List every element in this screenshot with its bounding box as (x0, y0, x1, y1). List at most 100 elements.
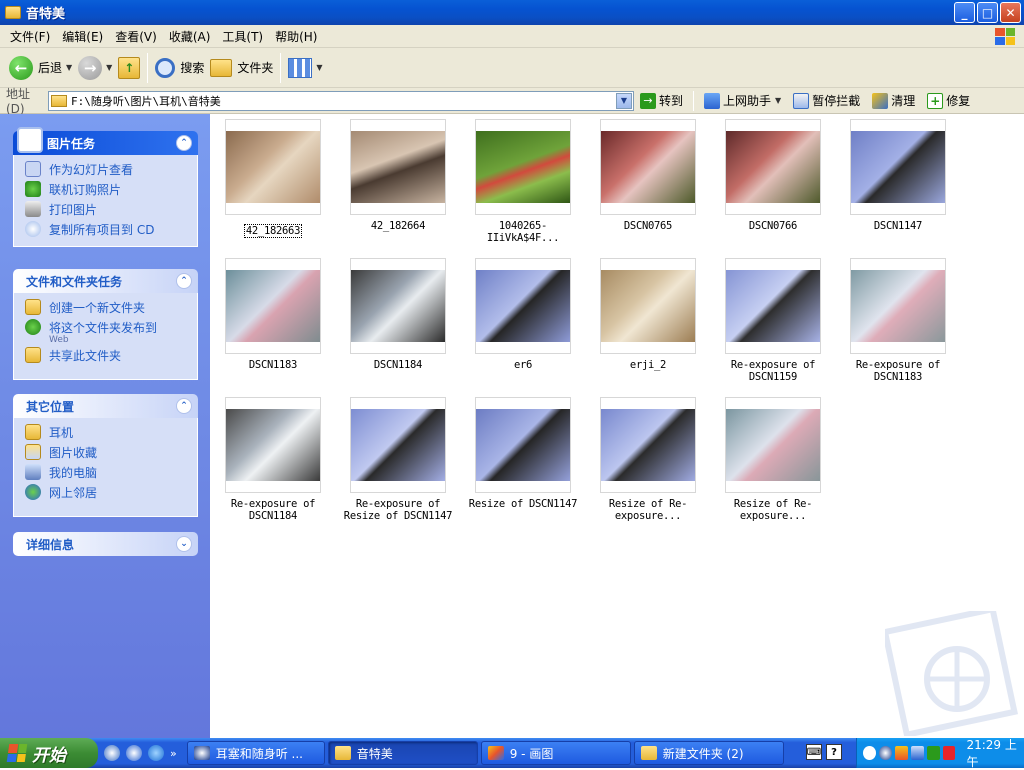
forward-dropdown-icon[interactable]: ▼ (106, 63, 112, 72)
ie-icon[interactable] (148, 745, 164, 761)
task-copy-to-cd[interactable]: 复制所有项目到 CD (25, 221, 197, 241)
tray-icon-security[interactable] (894, 746, 908, 760)
thumbnail-frame[interactable] (600, 258, 696, 354)
clean-button[interactable]: 清理 (866, 90, 921, 112)
help-icon[interactable]: ? (826, 744, 842, 760)
thumbnail-item[interactable]: DSCN0765 (588, 119, 708, 232)
thumbnail-frame[interactable] (600, 397, 696, 493)
views-button[interactable]: ▼ (285, 51, 325, 85)
place-network[interactable]: 网上邻居 (25, 484, 197, 504)
menu-file[interactable]: 文件(F) (4, 28, 56, 45)
helper-button[interactable]: 上网助手 ▼ (698, 90, 787, 112)
picture-tasks-header[interactable]: 图片任务 ⌃ (13, 127, 198, 155)
tray-collapse-icon[interactable] (863, 746, 876, 760)
minimize-button[interactable]: _ (954, 2, 975, 23)
views-dropdown-icon[interactable]: ▼ (316, 63, 322, 72)
thumbnail-item[interactable]: 1040265-IIiVkA$4F... (463, 119, 583, 244)
collapse-icon[interactable]: ⌃ (176, 135, 192, 151)
folders-button[interactable]: 文件夹 (207, 51, 276, 85)
thumbnail-item[interactable]: DSCN1184 (338, 258, 458, 371)
back-dropdown-icon[interactable]: ▼ (66, 63, 72, 72)
thumbnail-item[interactable]: 42_182663 (213, 119, 333, 238)
quick-launch-icon-1[interactable] (104, 745, 120, 761)
task-order-prints[interactable]: 联机订购照片 (25, 181, 197, 201)
menu-view[interactable]: 查看(V) (109, 28, 163, 45)
start-button[interactable]: 开始 (0, 738, 98, 768)
task-button-paint[interactable]: 9 - 画图 (480, 741, 631, 765)
task-new-folder[interactable]: 创建一个新文件夹 (25, 299, 197, 319)
collapse-icon[interactable]: ⌃ (176, 398, 192, 414)
thumbnail-item[interactable]: Resize of Re-exposure... (713, 397, 833, 522)
broom-icon (872, 92, 889, 109)
thumbnail-frame[interactable] (350, 397, 446, 493)
tray-icon-antivirus[interactable] (942, 746, 956, 760)
quick-launch-more-icon[interactable]: » (170, 747, 177, 760)
thumbnail-frame[interactable] (725, 119, 821, 215)
thumbnail-item[interactable]: Resize of Re-exposure... (588, 397, 708, 522)
tray-icon-app[interactable] (926, 746, 940, 760)
file-tasks-header[interactable]: 文件和文件夹任务 ⌃ (13, 269, 198, 293)
task-print[interactable]: 打印图片 (25, 201, 197, 221)
close-button[interactable]: ✕ (1000, 2, 1021, 23)
thumbnail-item[interactable]: DSCN1147 (838, 119, 958, 232)
thumbnail-item[interactable]: Resize of DSCN1147 (463, 397, 583, 510)
thumbnail-item[interactable]: er6 (463, 258, 583, 371)
collapse-icon[interactable]: ⌃ (176, 273, 192, 289)
clock[interactable]: 21:29 上午 (966, 736, 1024, 770)
task-button-new-folder[interactable]: 新建文件夹 (2) (633, 741, 784, 765)
menu-help[interactable]: 帮助(H) (269, 28, 323, 45)
thumbnail-frame[interactable] (725, 258, 821, 354)
thumbnail-frame[interactable] (475, 258, 571, 354)
tray-icon-connection[interactable] (910, 746, 924, 760)
thumbnail-item[interactable]: DSCN1183 (213, 258, 333, 371)
place-my-computer[interactable]: 我的电脑 (25, 464, 197, 484)
thumbnail-frame[interactable] (225, 258, 321, 354)
thumbnail-frame[interactable] (725, 397, 821, 493)
thumbnail-item[interactable]: DSCN0766 (713, 119, 833, 232)
thumbnail-item[interactable]: 42_182664 (338, 119, 458, 232)
thumbnail-frame[interactable] (475, 119, 571, 215)
back-button[interactable]: ← 后退 ▼ (6, 51, 75, 85)
thumbnail-item[interactable]: Re-exposure of DSCN1184 (213, 397, 333, 522)
thumbnail-item[interactable]: Re-exposure of Resize of DSCN1147 (338, 397, 458, 522)
other-places-header[interactable]: 其它位置 ⌃ (13, 394, 198, 418)
thumbnail-item[interactable]: Re-exposure of DSCN1183 (838, 258, 958, 383)
thumbnail-frame[interactable] (600, 119, 696, 215)
menu-tools[interactable]: 工具(T) (216, 28, 269, 45)
quick-launch-icon-2[interactable] (126, 745, 142, 761)
menu-edit[interactable]: 编辑(E) (56, 28, 109, 45)
go-button[interactable]: → 转到 (634, 90, 689, 112)
thumbnail-item[interactable]: erji_2 (588, 258, 708, 371)
place-earphones[interactable]: 耳机 (25, 424, 197, 444)
thumbnail-frame[interactable] (350, 258, 446, 354)
forward-button[interactable]: → ▼ (75, 51, 115, 85)
address-input[interactable]: F:\随身听\图片\耳机\音特美 ▼ (48, 90, 634, 111)
thumbnail-frame[interactable] (225, 119, 321, 215)
up-folder-button[interactable]: ↑ (115, 51, 143, 85)
task-share-folder[interactable]: 共享此文件夹 (25, 347, 197, 367)
task-button-earphones-web[interactable]: 耳塞和随身听 ... (186, 741, 325, 765)
task-slideshow[interactable]: 作为幻灯片查看 (25, 161, 197, 181)
task-publish-web[interactable]: 将这个文件夹发布到 Web (25, 319, 197, 347)
thumbnail-frame[interactable] (475, 397, 571, 493)
file-view[interactable]: 42_182663 42_182664 1040265-IIiVkA$4F... DS… (210, 114, 1024, 738)
address-dropdown-icon[interactable]: ▼ (616, 92, 632, 109)
keyboard-icon[interactable]: ⌨ (806, 744, 822, 760)
repair-button[interactable]: + 修复 (921, 90, 976, 112)
thumbnail-frame[interactable] (225, 397, 321, 493)
thumbnail-frame[interactable] (350, 119, 446, 215)
thumbnail-item[interactable]: Re-exposure of DSCN1159 (713, 258, 833, 383)
tray-icon-network[interactable] (878, 746, 892, 760)
title-bar[interactable]: 音特美 _ □ ✕ (0, 0, 1024, 25)
place-my-pictures[interactable]: 图片收藏 (25, 444, 197, 464)
helper-dropdown-icon[interactable]: ▼ (775, 96, 781, 105)
thumbnail-frame[interactable] (850, 119, 946, 215)
menu-favorites[interactable]: 收藏(A) (163, 28, 217, 45)
thumbnail-frame[interactable] (850, 258, 946, 354)
search-button[interactable]: 搜索 (152, 51, 207, 85)
expand-icon[interactable]: ⌄ (176, 536, 192, 552)
details-header[interactable]: 详细信息 ⌄ (13, 532, 198, 556)
task-button-yintemei[interactable]: 音特美 (327, 741, 478, 765)
maximize-button[interactable]: □ (977, 2, 998, 23)
block-button[interactable]: 暂停拦截 (787, 90, 866, 112)
